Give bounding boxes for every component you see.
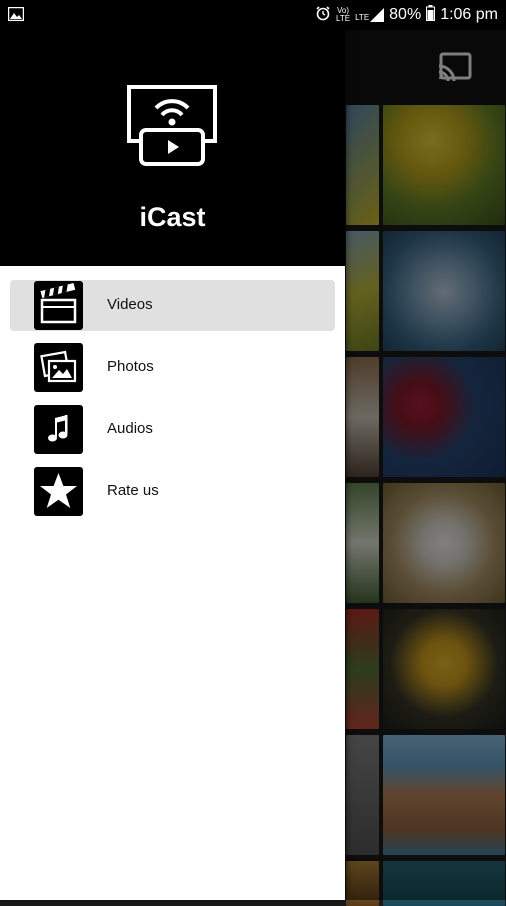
photos-icon [34, 343, 83, 392]
menu-label-videos: Videos [107, 296, 153, 313]
app-title: iCast [139, 202, 206, 232]
music-note-icon [34, 405, 83, 454]
menu-label-rate-us: Rate us [107, 482, 159, 499]
clock: 1:06 pm [440, 6, 498, 23]
star-icon [34, 467, 83, 516]
lte-signal-icon: LTE [355, 8, 385, 22]
volte-bottom-label: LTE [336, 14, 351, 23]
menu-item-rate-us[interactable]: Rate us [10, 466, 335, 517]
icast-logo-icon [127, 85, 217, 166]
volte-icon: Vo) LTE [336, 7, 350, 23]
navigation-drawer: iCast Videos Photos Audios Rate us [0, 30, 345, 900]
alarm-icon [315, 5, 331, 26]
status-bar: Vo) LTE LTE 80% 1:06 pm [0, 0, 506, 30]
menu-item-audios[interactable]: Audios [10, 404, 335, 455]
lte-label: LTE [355, 13, 370, 22]
drawer-header: iCast [0, 30, 345, 266]
menu-label-photos: Photos [107, 358, 154, 375]
menu-item-videos[interactable]: Videos [10, 280, 335, 331]
menu-label-audios: Audios [107, 420, 153, 437]
battery-percent: 80% [389, 6, 422, 23]
clapperboard-icon [34, 281, 83, 330]
menu-item-photos[interactable]: Photos [10, 342, 335, 393]
battery-icon [426, 4, 436, 26]
image-notification-icon [7, 6, 25, 26]
